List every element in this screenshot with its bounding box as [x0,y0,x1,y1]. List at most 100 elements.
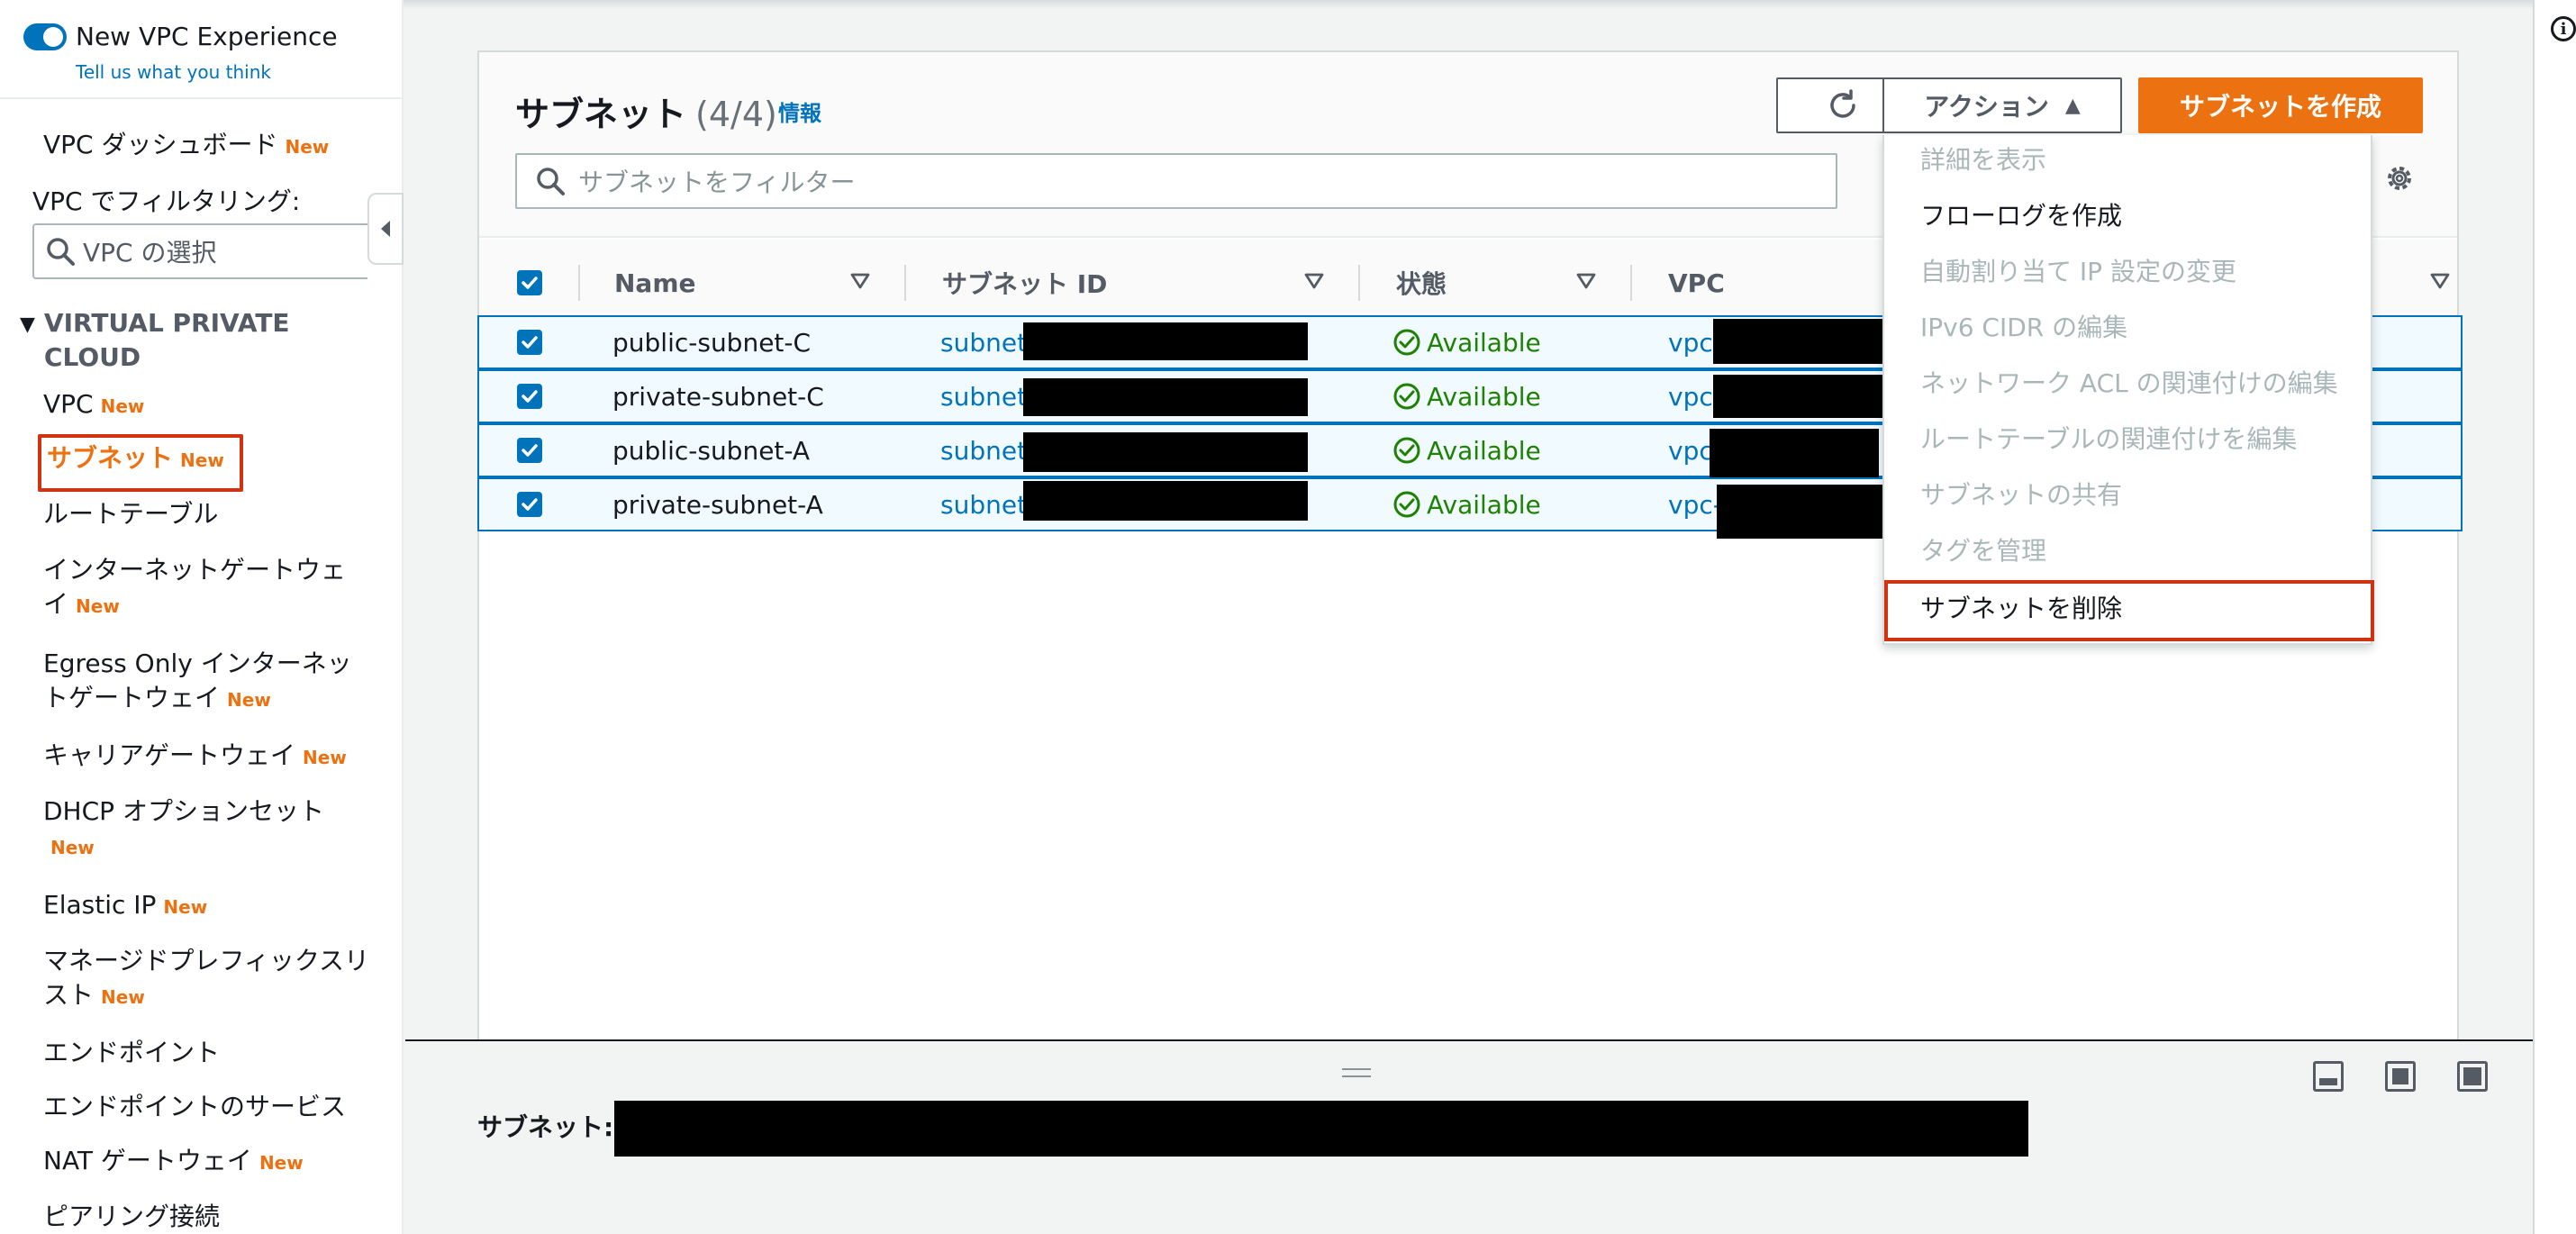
sort-icon[interactable] [2430,272,2450,290]
menu-item-delete-subnet[interactable]: サブネットを削除 [1920,591,2122,627]
menu-item-share-subnet[interactable]: サブネットの共有 [1920,477,2122,513]
caret-down-icon: ▼ [20,313,35,336]
sidebar-item-label: サブネット [47,443,174,473]
actions-dropdown-menu: 詳細を表示 フローログを作成 自動割り当て IP 設定の変更 IPv6 CIDR… [1882,135,2374,645]
sidebar-item-carrier-gateways[interactable]: キャリアゲートウェイ New [43,739,376,775]
sidebar-item-vpc-dashboard[interactable]: VPC ダッシュボード New [43,128,376,164]
sort-icon[interactable] [850,272,870,290]
menu-item-view-details[interactable]: 詳細を表示 [1920,142,2046,178]
sidebar-item-route-tables[interactable]: ルートテーブル [43,497,376,531]
sidebar-item-label: エンドポイントのサービス [43,1092,347,1121]
split-side-icon[interactable] [2385,1061,2416,1092]
vpc-select-placeholder: VPC の選択 [83,238,217,268]
subnet-id-link[interactable]: subnet- [940,371,1036,422]
menu-item-modify-auto-assign-ip[interactable]: 自動割り当て IP 設定の変更 [1920,254,2236,290]
sidebar-item-label: VPC [43,389,94,419]
menu-item-edit-route-table[interactable]: ルートテーブルの関連付けを編集 [1920,422,2297,458]
status-text: Available [1427,489,1541,520]
select-all-checkbox[interactable] [517,270,542,295]
sidebar-item-dhcp-options[interactable]: DHCP オプションセット New [43,794,349,865]
split-bottom-icon[interactable] [2313,1061,2344,1092]
sidebar-item-nat-gateways[interactable]: NAT ゲートウェイ New [43,1144,376,1180]
menu-item-create-flow-log[interactable]: フローログを作成 [1920,198,2122,234]
vpc-filter-label: VPC でフィルタリング: [32,186,301,216]
collapse-left-icon [381,221,390,237]
sidebar-item-vpc[interactable]: VPC New [43,387,376,423]
section-header-vpc[interactable]: ▼ VIRTUAL PRIVATE CLOUD [20,306,314,375]
row-checkbox[interactable] [517,330,542,355]
new-badge: New [285,136,330,158]
sort-icon[interactable] [1304,272,1324,290]
check-circle-icon [1393,329,1420,356]
menu-item-edit-ipv6-cidr[interactable]: IPv6 CIDR の編集 [1920,310,2127,346]
menu-item-manage-tags[interactable]: タグを管理 [1920,533,2046,569]
row-checkbox[interactable] [517,384,542,409]
sidebar-item-elastic-ip[interactable]: Elastic IP New [43,888,376,924]
sidebar-item-managed-prefix-lists[interactable]: マネージドプレフィックスリスト New [43,944,376,1014]
caret-up-icon: ▲ [2064,94,2081,117]
sidebar-item-label: NAT ゲートウェイ [43,1146,252,1175]
toggle-label: New VPC Experience [76,22,338,51]
info-link[interactable]: 情報 [778,95,821,127]
menu-item-edit-network-acl[interactable]: ネットワーク ACL の関連付けの編集 [1920,366,2338,402]
sidebar-item-endpoint-services[interactable]: エンドポイントのサービス [43,1090,376,1124]
subnet-name: private-subnet-A [612,489,823,520]
vpc-select[interactable]: VPC の選択 [32,223,367,279]
collapse-sidebar-button[interactable] [367,193,404,265]
gear-icon [2388,167,2411,190]
table-preferences-button[interactable] [2383,162,2416,198]
redaction-bar [1713,375,1893,418]
help-panel-strip: i [2533,0,2576,1234]
new-badge: New [259,1152,304,1174]
section-title: VIRTUAL PRIVATE CLOUD [43,308,290,372]
subnet-name: public-subnet-A [612,435,811,466]
feedback-link[interactable]: Tell us what you think [76,61,271,83]
status-badge: Available [1392,317,1541,367]
column-header-state[interactable]: 状態 [1396,240,1447,326]
sidebar-item-internet-gateways[interactable]: インターネットゲートウェイ New [43,553,367,623]
row-checkbox[interactable] [517,492,542,517]
new-badge: New [180,449,224,471]
new-vpc-experience-toggle-row: New VPC Experience [23,22,338,51]
create-subnet-button[interactable]: サブネットを作成 [2138,77,2423,133]
check-icon [522,390,538,403]
row-checkbox[interactable] [517,438,542,463]
sidebar-item-label: Egress Only インターネットゲートウェイ [43,649,352,712]
actions-dropdown-button[interactable]: アクション ▲ [1882,77,2122,133]
redaction-bar [1023,432,1308,472]
sidebar-item-label: エンドポイント [43,1038,221,1067]
sidebar: New VPC Experience Tell us what you thin… [0,0,404,1234]
actions-label: アクション [1924,92,2049,122]
new-badge: New [50,837,95,858]
redaction-bar [1023,481,1308,521]
sidebar-item-label: マネージドプレフィックスリスト [43,946,370,1010]
sidebar-item-label: DHCP オプションセット [43,796,324,826]
status-badge: Available [1392,371,1541,422]
selection-count: (4/4) [695,95,777,134]
check-circle-icon [1393,383,1420,410]
info-icon[interactable]: i [2551,16,2576,41]
check-icon [522,444,538,457]
check-circle-icon [1393,437,1420,464]
sidebar-item-subnets[interactable]: サブネット New [47,441,380,477]
column-header-name[interactable]: Name [614,240,696,326]
column-header-vpc[interactable]: VPC [1668,240,1725,326]
subnet-id-link[interactable]: subnet- [940,425,1036,476]
split-panel: サブネット: [405,1039,2540,1234]
subnet-id-link[interactable]: subnet- [940,479,1036,530]
column-divider [1358,265,1360,301]
column-header-subnet-id[interactable]: サブネット ID [942,240,1107,326]
sidebar-item-endpoints[interactable]: エンドポイント [43,1036,376,1070]
column-divider [1630,265,1632,301]
redaction-bar [1023,322,1308,360]
resize-handle[interactable] [1342,1068,1371,1077]
subnet-id-link[interactable]: subnet- [940,317,1036,367]
subnet-filter-input[interactable]: サブネットをフィルター [515,153,1837,209]
sort-icon[interactable] [1576,272,1596,290]
sidebar-item-egress-only-igw[interactable]: Egress Only インターネットゲートウェイ New [43,647,376,717]
split-full-icon[interactable] [2457,1061,2488,1092]
vpc-id-link[interactable]: vpc- [1668,479,1722,530]
sidebar-item-peering-connections[interactable]: ピアリング接続 [43,1200,376,1234]
new-vpc-experience-toggle[interactable] [23,23,67,50]
column-divider [578,265,580,301]
